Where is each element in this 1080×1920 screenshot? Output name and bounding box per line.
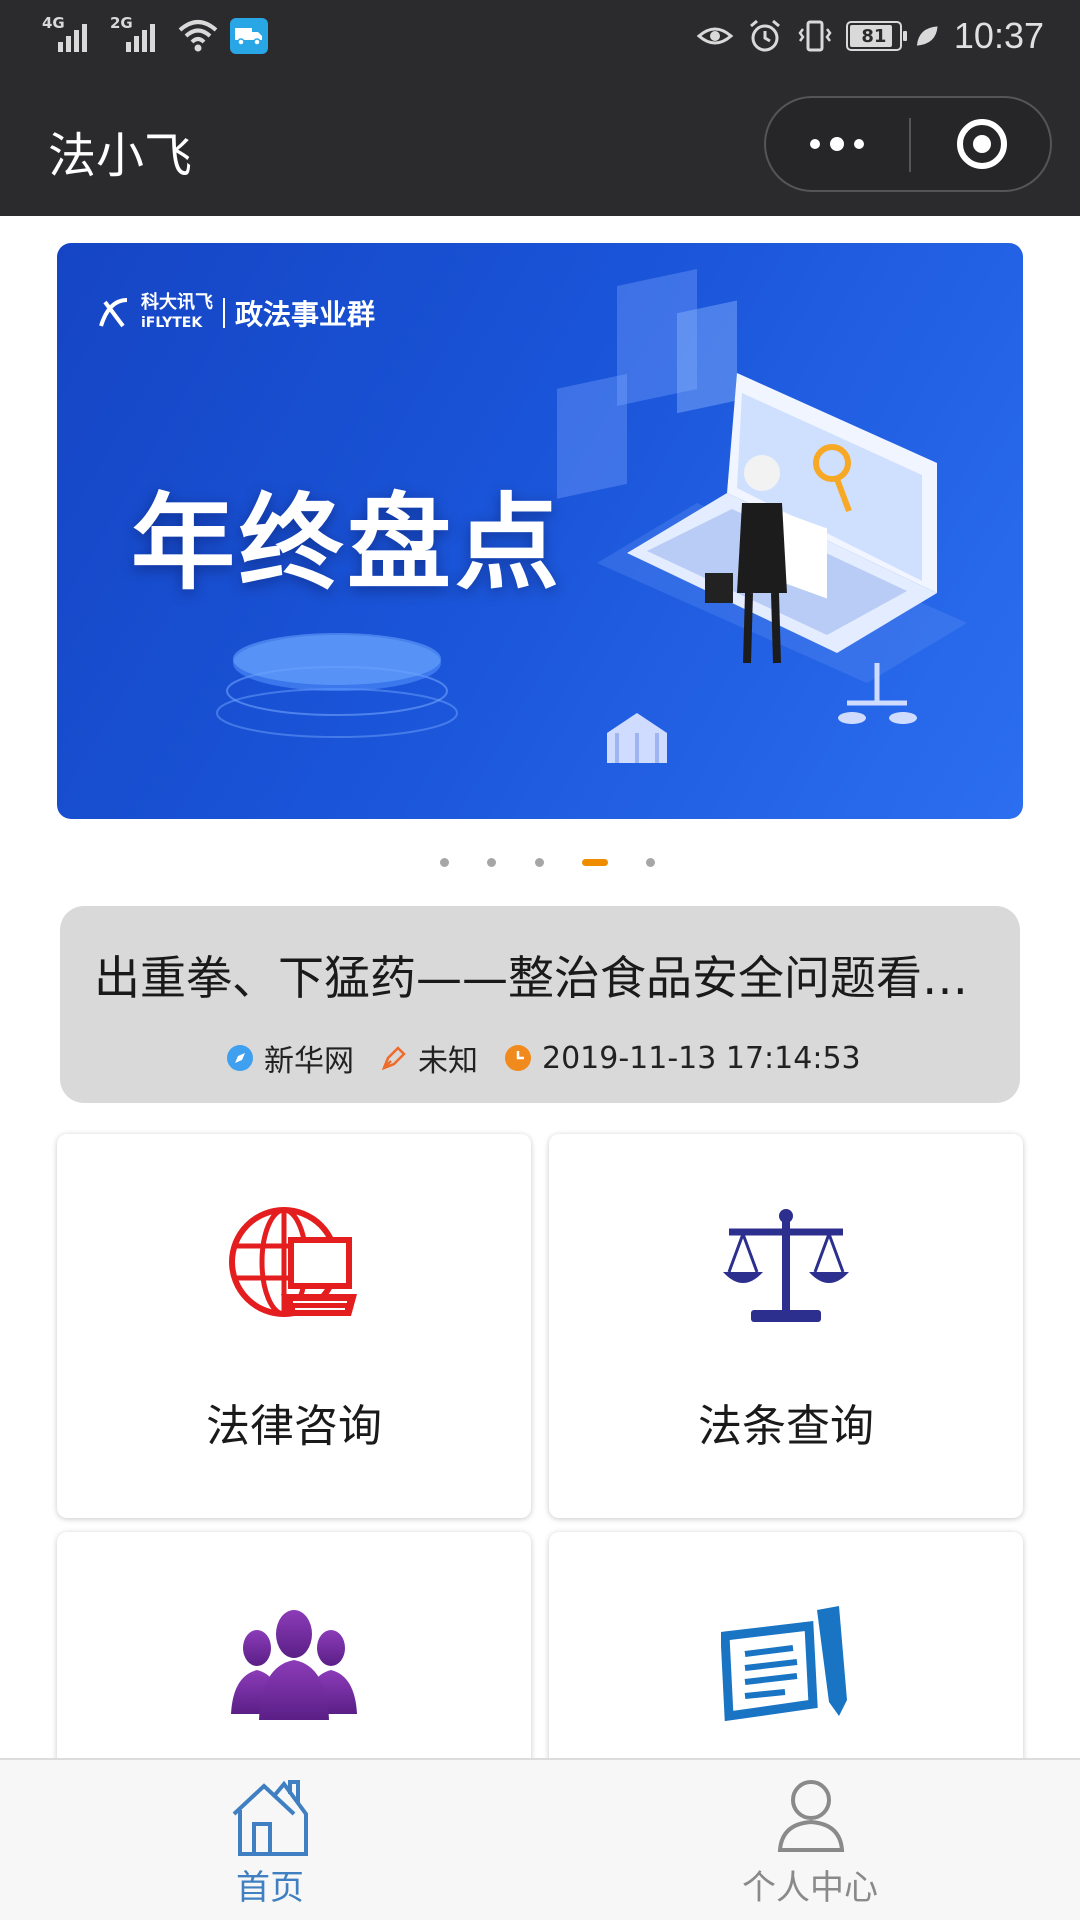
tab-bar: 首页 个人中心 (0, 1758, 1080, 1920)
banner-headline: 年终盘点 (131, 482, 564, 604)
capsule-divider (909, 118, 911, 172)
pen-icon (381, 1046, 406, 1071)
news-card[interactable]: 出重拳、下猛药——整治食品安全问题看… 新华网 未知 2019-11-13 17… (60, 906, 1020, 1103)
nav-bar: 法小飞 (0, 74, 1080, 216)
battery-icon: 81 (845, 21, 907, 51)
tab-profile-label: 个人中心 (742, 1868, 878, 1908)
close-mini-program-button[interactable] (912, 98, 1052, 190)
signal-icon: 4G (40, 14, 98, 54)
battery-level: 81 (861, 25, 887, 47)
tile-statute-search[interactable]: 法条查询 (549, 1134, 1023, 1518)
status-bar: 4G 2G 81 10:37 (0, 0, 1080, 74)
logo-group: 政法事业群 (235, 298, 376, 331)
truck-app-icon (230, 18, 268, 54)
status-time: 10:37 (953, 15, 1044, 56)
logo-brand-en: iFLYTEK (141, 315, 203, 331)
target-close-icon (957, 119, 1007, 169)
people-group-icon (231, 1610, 357, 1720)
news-meta: 新华网 未知 2019-11-13 17:14:53 (226, 1036, 887, 1080)
tab-home-label: 首页 (236, 1868, 304, 1908)
compass-icon (227, 1045, 253, 1071)
document-pen-icon (721, 1606, 847, 1722)
status-left: 4G 2G (40, 14, 268, 54)
tile-legal-consultation[interactable]: 法律咨询 (57, 1134, 531, 1518)
page-title: 法小飞 (48, 128, 193, 184)
news-title: 出重拳、下猛药——整治食品安全问题看… (94, 951, 968, 1005)
mini-program-capsule (764, 96, 1052, 192)
scales-icon (723, 1209, 849, 1322)
news-source: 新华网 (264, 1044, 354, 1079)
tile-label: 法条查询 (698, 1401, 874, 1452)
carousel-dot[interactable] (646, 858, 655, 867)
user-icon (777, 1780, 845, 1852)
wifi-icon (178, 20, 218, 52)
home-icon (232, 1780, 308, 1856)
clock-icon (505, 1045, 531, 1071)
tile-label: 法律咨询 (206, 1401, 382, 1452)
tab-profile[interactable]: 个人中心 (540, 1760, 1080, 1920)
lawyer-laptop-illustration (557, 268, 967, 763)
iflytek-logo-icon (99, 298, 128, 328)
logo-brand: 科大讯飞 (141, 292, 213, 313)
vibrate-icon (798, 20, 832, 52)
more-menu-button[interactable] (766, 98, 908, 190)
podium-graphic (216, 633, 458, 738)
tab-home[interactable]: 首页 (0, 1760, 540, 1920)
leaf-icon (916, 26, 938, 46)
banner-logo: 科大讯飞 iFLYTEK 政法事业群 (97, 293, 375, 333)
signal-icon-2: 2G (108, 14, 166, 54)
banner-carousel[interactable]: 科大讯飞 iFLYTEK 政法事业群 年终盘点 (57, 243, 1023, 819)
alarm-icon (749, 19, 780, 52)
carousel-dot[interactable] (535, 858, 544, 867)
news-author: 未知 (418, 1044, 478, 1079)
carousel-dot[interactable] (440, 858, 449, 867)
eye-icon (696, 27, 734, 45)
carousel-dot-active[interactable] (582, 859, 608, 866)
carousel-indicator (0, 856, 1080, 868)
carousel-dot[interactable] (487, 858, 496, 867)
news-datetime: 2019-11-13 17:14:53 (542, 1040, 861, 1076)
globe-laptop-icon (229, 1207, 357, 1317)
status-right: 81 10:37 (696, 14, 1044, 58)
